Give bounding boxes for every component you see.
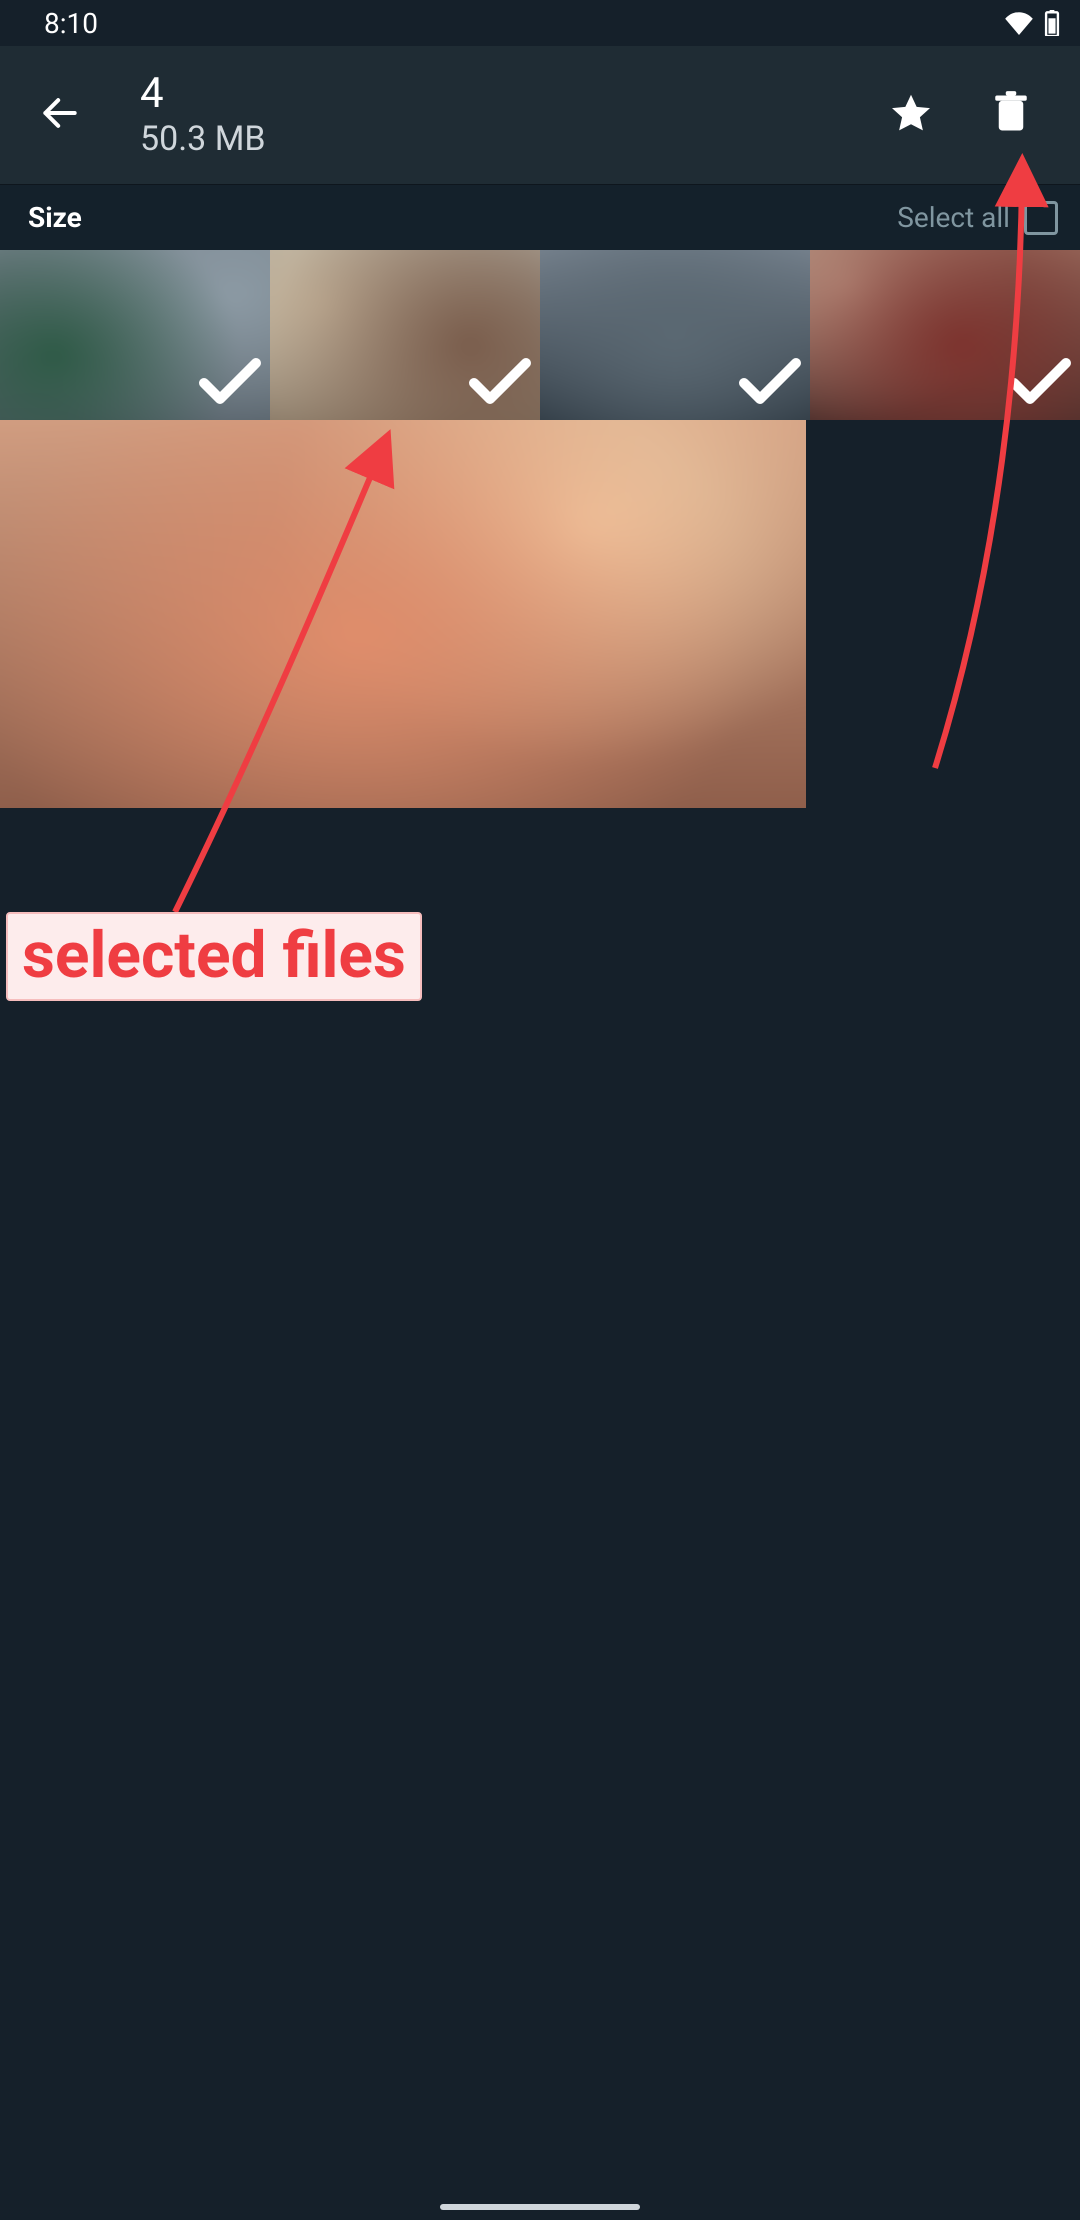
toolbar-row: Size Select all — [0, 184, 1080, 250]
trash-icon — [990, 90, 1032, 140]
back-button[interactable] — [20, 75, 100, 155]
selected-size: 50.3 MB — [140, 119, 266, 160]
checkmark-icon — [738, 354, 802, 412]
media-thumb[interactable] — [0, 250, 270, 420]
status-time: 8:10 — [44, 7, 98, 40]
selected-count: 4 — [140, 71, 266, 117]
arrow-left-icon — [38, 91, 82, 139]
select-all-toggle[interactable]: Select all — [897, 201, 1058, 235]
wifi-icon — [1004, 11, 1034, 35]
annotation-label-text: selected files — [22, 918, 406, 993]
status-icons — [1004, 10, 1060, 36]
media-grid — [0, 250, 1080, 808]
battery-icon — [1044, 10, 1060, 36]
select-all-label: Select all — [897, 201, 1010, 234]
annotation-label: selected files — [6, 912, 422, 1001]
gesture-nav-bar — [440, 2204, 640, 2210]
checkmark-icon — [1008, 354, 1072, 412]
star-icon — [888, 90, 934, 140]
thumb-image — [0, 420, 806, 808]
media-thumb[interactable] — [0, 420, 806, 808]
star-button[interactable] — [866, 70, 956, 160]
checkmark-icon — [198, 354, 262, 412]
sort-button[interactable]: Size — [28, 201, 82, 234]
selection-summary: 4 50.3 MB — [140, 71, 266, 160]
checkbox-outline-icon — [1024, 201, 1058, 235]
media-thumb[interactable] — [810, 250, 1080, 420]
checkmark-icon — [468, 354, 532, 412]
media-thumb[interactable] — [540, 250, 810, 420]
delete-button[interactable] — [966, 70, 1056, 160]
media-thumb[interactable] — [270, 250, 540, 420]
app-bar: 4 50.3 MB — [0, 46, 1080, 184]
status-bar: 8:10 — [0, 0, 1080, 46]
